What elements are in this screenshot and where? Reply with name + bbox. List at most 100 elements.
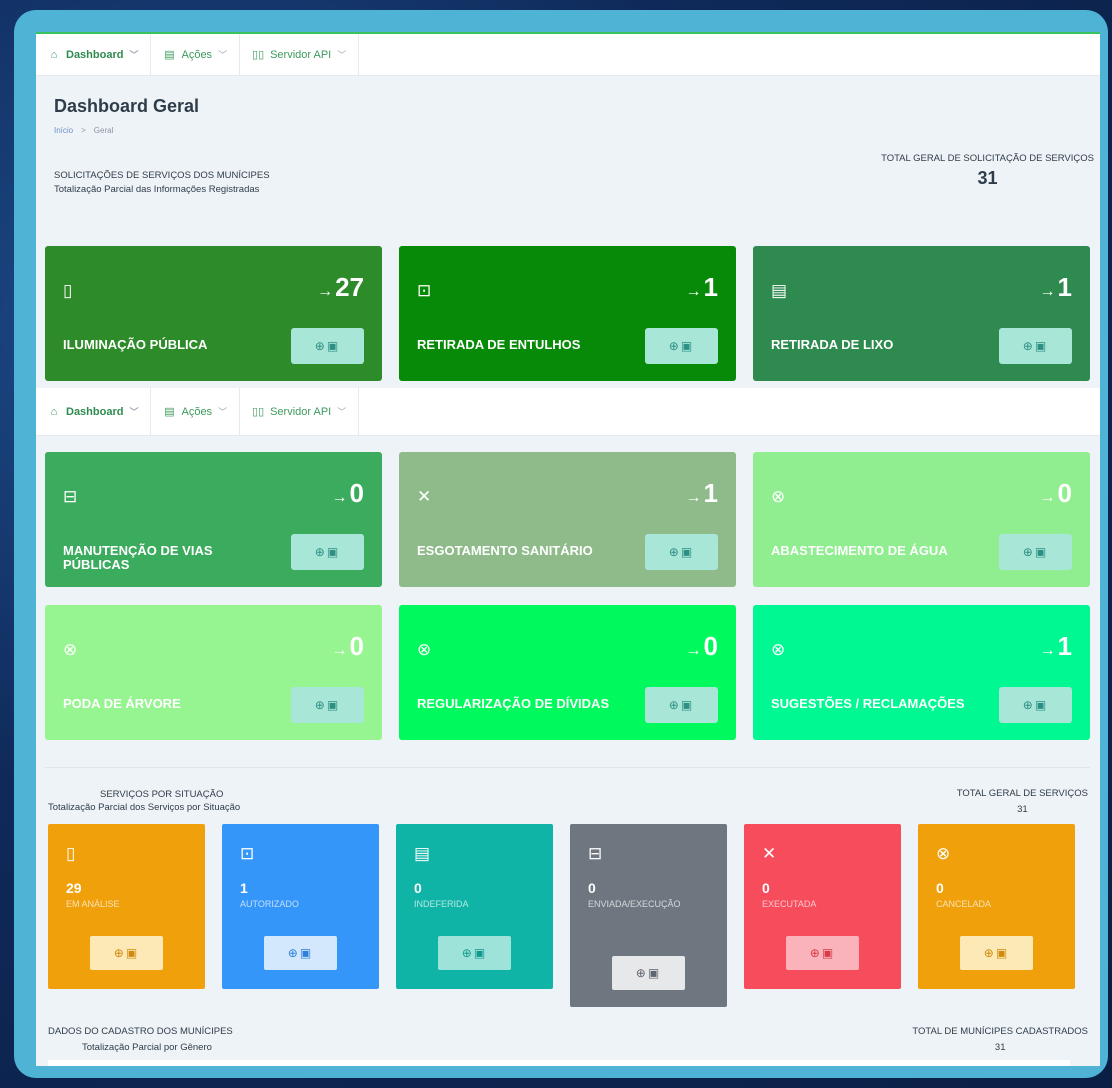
view-print-button[interactable]: ⊕ ▣: [999, 534, 1072, 570]
service-count-value: 1: [1057, 272, 1072, 302]
view-print-button[interactable]: ⊕ ▣: [264, 936, 337, 970]
breadcrumb-current: Geral: [93, 126, 114, 135]
citizens-total-label: TOTAL DE MUNÍCIPES CADASTRADOS: [912, 1026, 1088, 1037]
view-print-button[interactable]: ⊕ ▣: [786, 936, 859, 970]
service-count: →1: [686, 478, 718, 509]
service-count-value: 27: [335, 272, 364, 302]
archive-icon: ⊟: [63, 487, 78, 506]
nav2-dashboard-label: Dashboard: [66, 405, 124, 418]
truck-icon: ⊡: [417, 281, 432, 300]
file-icon: ▯: [66, 844, 76, 863]
status-card: ⊗ 0 CANCELADA ⊕ ▣: [918, 824, 1075, 989]
cancel-circle-icon: ⊗: [936, 844, 951, 863]
print-icon: ▣: [299, 946, 314, 960]
zoom-icon: ⊕: [314, 698, 327, 712]
service-count: →1: [686, 272, 718, 303]
status-label: CANCELADA: [936, 899, 992, 909]
nav-acoes[interactable]: ▤ Ações ﹀: [151, 34, 241, 75]
arrow-right-icon: →: [685, 283, 702, 300]
zoom-icon: ⊕: [461, 946, 474, 960]
service-label: ILUMINAÇÃO PÚBLICA: [63, 337, 208, 352]
services-total-value: 31: [977, 168, 998, 188]
service-card: ⊗ →1 SUGESTÕES / RECLAMAÇÕES ⊕ ▣: [753, 605, 1090, 740]
print-icon: ▣: [1034, 339, 1049, 353]
view-print-button[interactable]: ⊕ ▣: [645, 534, 718, 570]
citizens-heading: DADOS DO CADASTRO DOS MUNÍCIPES: [48, 1026, 233, 1037]
breadcrumb-home-link[interactable]: Início: [54, 126, 73, 135]
status-card: ⊟ 0 ENVIADA/EXECUÇÃO ⊕ ▣: [570, 824, 727, 1007]
secondary-navbar-fill: [388, 388, 1100, 436]
nav2-acoes[interactable]: ▤ Ações ﹀: [151, 388, 241, 435]
view-print-button[interactable]: ⊕ ▣: [612, 956, 685, 990]
print-icon: ▣: [1034, 698, 1049, 712]
print-icon: ▣: [1034, 545, 1049, 559]
nav-servidor-api[interactable]: ▯▯ Servidor API ﹀: [240, 34, 360, 75]
status-label: ENVIADA/EXECUÇÃO: [588, 899, 681, 909]
services-subheading: Totalização Parcial das Informações Regi…: [54, 184, 260, 195]
arrow-right-icon: →: [1039, 283, 1056, 300]
cancel-circle-icon: ⊗: [771, 487, 786, 506]
chevron-down-icon: ﹀: [218, 407, 228, 417]
arrow-right-icon: →: [1039, 489, 1056, 506]
service-count-value: 1: [703, 272, 718, 302]
print-icon: ▣: [680, 698, 695, 712]
nav2-acoes-label: Ações: [181, 405, 213, 418]
service-label: MANUTENÇÃO DE VIAS PÚBLICAS: [63, 543, 213, 572]
arrow-right-icon: →: [331, 642, 348, 659]
status-label: AUTORIZADO: [240, 899, 299, 909]
service-label: ABASTECIMENTO DE ÁGUA: [771, 543, 948, 558]
book-icon: ▯▯: [252, 49, 265, 61]
status-label: INDEFERIDA: [414, 899, 469, 909]
document-icon: ▤: [164, 49, 175, 61]
service-count-value: 0: [703, 631, 718, 661]
service-count-value: 1: [1057, 631, 1072, 661]
view-print-button[interactable]: ⊕ ▣: [999, 328, 1072, 364]
citizens-subheading: Totalização Parcial por Gênero: [82, 1042, 212, 1053]
view-print-button[interactable]: ⊕ ▣: [90, 936, 163, 970]
nav2-dashboard[interactable]: ⌂ Dashboard ﹀: [36, 388, 152, 435]
cancel-circle-icon: ⊗: [771, 640, 786, 659]
zoom-icon: ⊕: [809, 946, 822, 960]
status-count: 0: [588, 880, 596, 896]
view-print-button[interactable]: ⊕ ▣: [291, 534, 364, 570]
app-screen: ⌂ Dashboard ﹀ ▤ Ações ﹀ ▯▯ Servidor API …: [36, 32, 1100, 1066]
citizens-heading-block: DADOS DO CADASTRO DOS MUNÍCIPES Totaliza…: [48, 1024, 233, 1056]
view-print-button[interactable]: ⊕ ▣: [645, 687, 718, 723]
nav2-servidor-api-label: Servidor API: [270, 405, 332, 418]
service-card: ⊗ →0 REGULARIZAÇÃO DE DÍVIDAS ⊕ ▣: [399, 605, 736, 740]
status-label: EM ANÁLISE: [66, 899, 120, 909]
status-count: 0: [936, 880, 944, 896]
nav-servidor-api-label: Servidor API: [270, 48, 332, 61]
status-count: 0: [414, 880, 422, 896]
view-print-button[interactable]: ⊕ ▣: [999, 687, 1072, 723]
zoom-icon: ⊕: [314, 545, 327, 559]
services-heading-block: SOLICITAÇÕES DE SERVIÇOS DOS MUNÍCIPES T…: [54, 169, 270, 197]
citizens-total-block: TOTAL DE MUNÍCIPES CADASTRADOS 31: [912, 1024, 1088, 1056]
view-print-button[interactable]: ⊕ ▣: [438, 936, 511, 970]
service-count: →1: [1040, 272, 1072, 303]
book-icon: ▯▯: [252, 406, 265, 418]
print-icon: ▣: [995, 946, 1010, 960]
status-total-block: TOTAL GERAL DE SERVIÇOS 31: [957, 786, 1088, 818]
arrow-right-icon: →: [1039, 642, 1056, 659]
nav2-servidor-api[interactable]: ▯▯ Servidor API ﹀: [240, 388, 360, 435]
cancel-circle-icon: ⊗: [63, 640, 78, 659]
nav-dashboard[interactable]: ⌂ Dashboard ﹀: [36, 34, 152, 75]
view-print-button[interactable]: ⊕ ▣: [645, 328, 718, 364]
view-print-button[interactable]: ⊕ ▣: [291, 328, 364, 364]
print-icon: ▣: [326, 545, 341, 559]
service-label: PODA DE ÁRVORE: [63, 696, 181, 711]
service-card: ✕ →1 ESGOTAMENTO SANITÁRIO ⊕ ▣: [399, 452, 736, 587]
chevron-down-icon: ﹀: [337, 407, 347, 417]
view-print-button[interactable]: ⊕ ▣: [291, 687, 364, 723]
chevron-down-icon: ﹀: [218, 50, 228, 60]
arrow-right-icon: →: [685, 489, 702, 506]
service-count: →0: [686, 631, 718, 662]
service-count-value: 0: [349, 478, 364, 508]
status-count: 0: [762, 880, 770, 896]
status-total-value: 31: [1017, 804, 1028, 815]
print-icon: ▣: [647, 966, 662, 980]
zoom-icon: ⊕: [314, 339, 327, 353]
home-icon: ⌂: [50, 405, 58, 418]
view-print-button[interactable]: ⊕ ▣: [960, 936, 1033, 970]
